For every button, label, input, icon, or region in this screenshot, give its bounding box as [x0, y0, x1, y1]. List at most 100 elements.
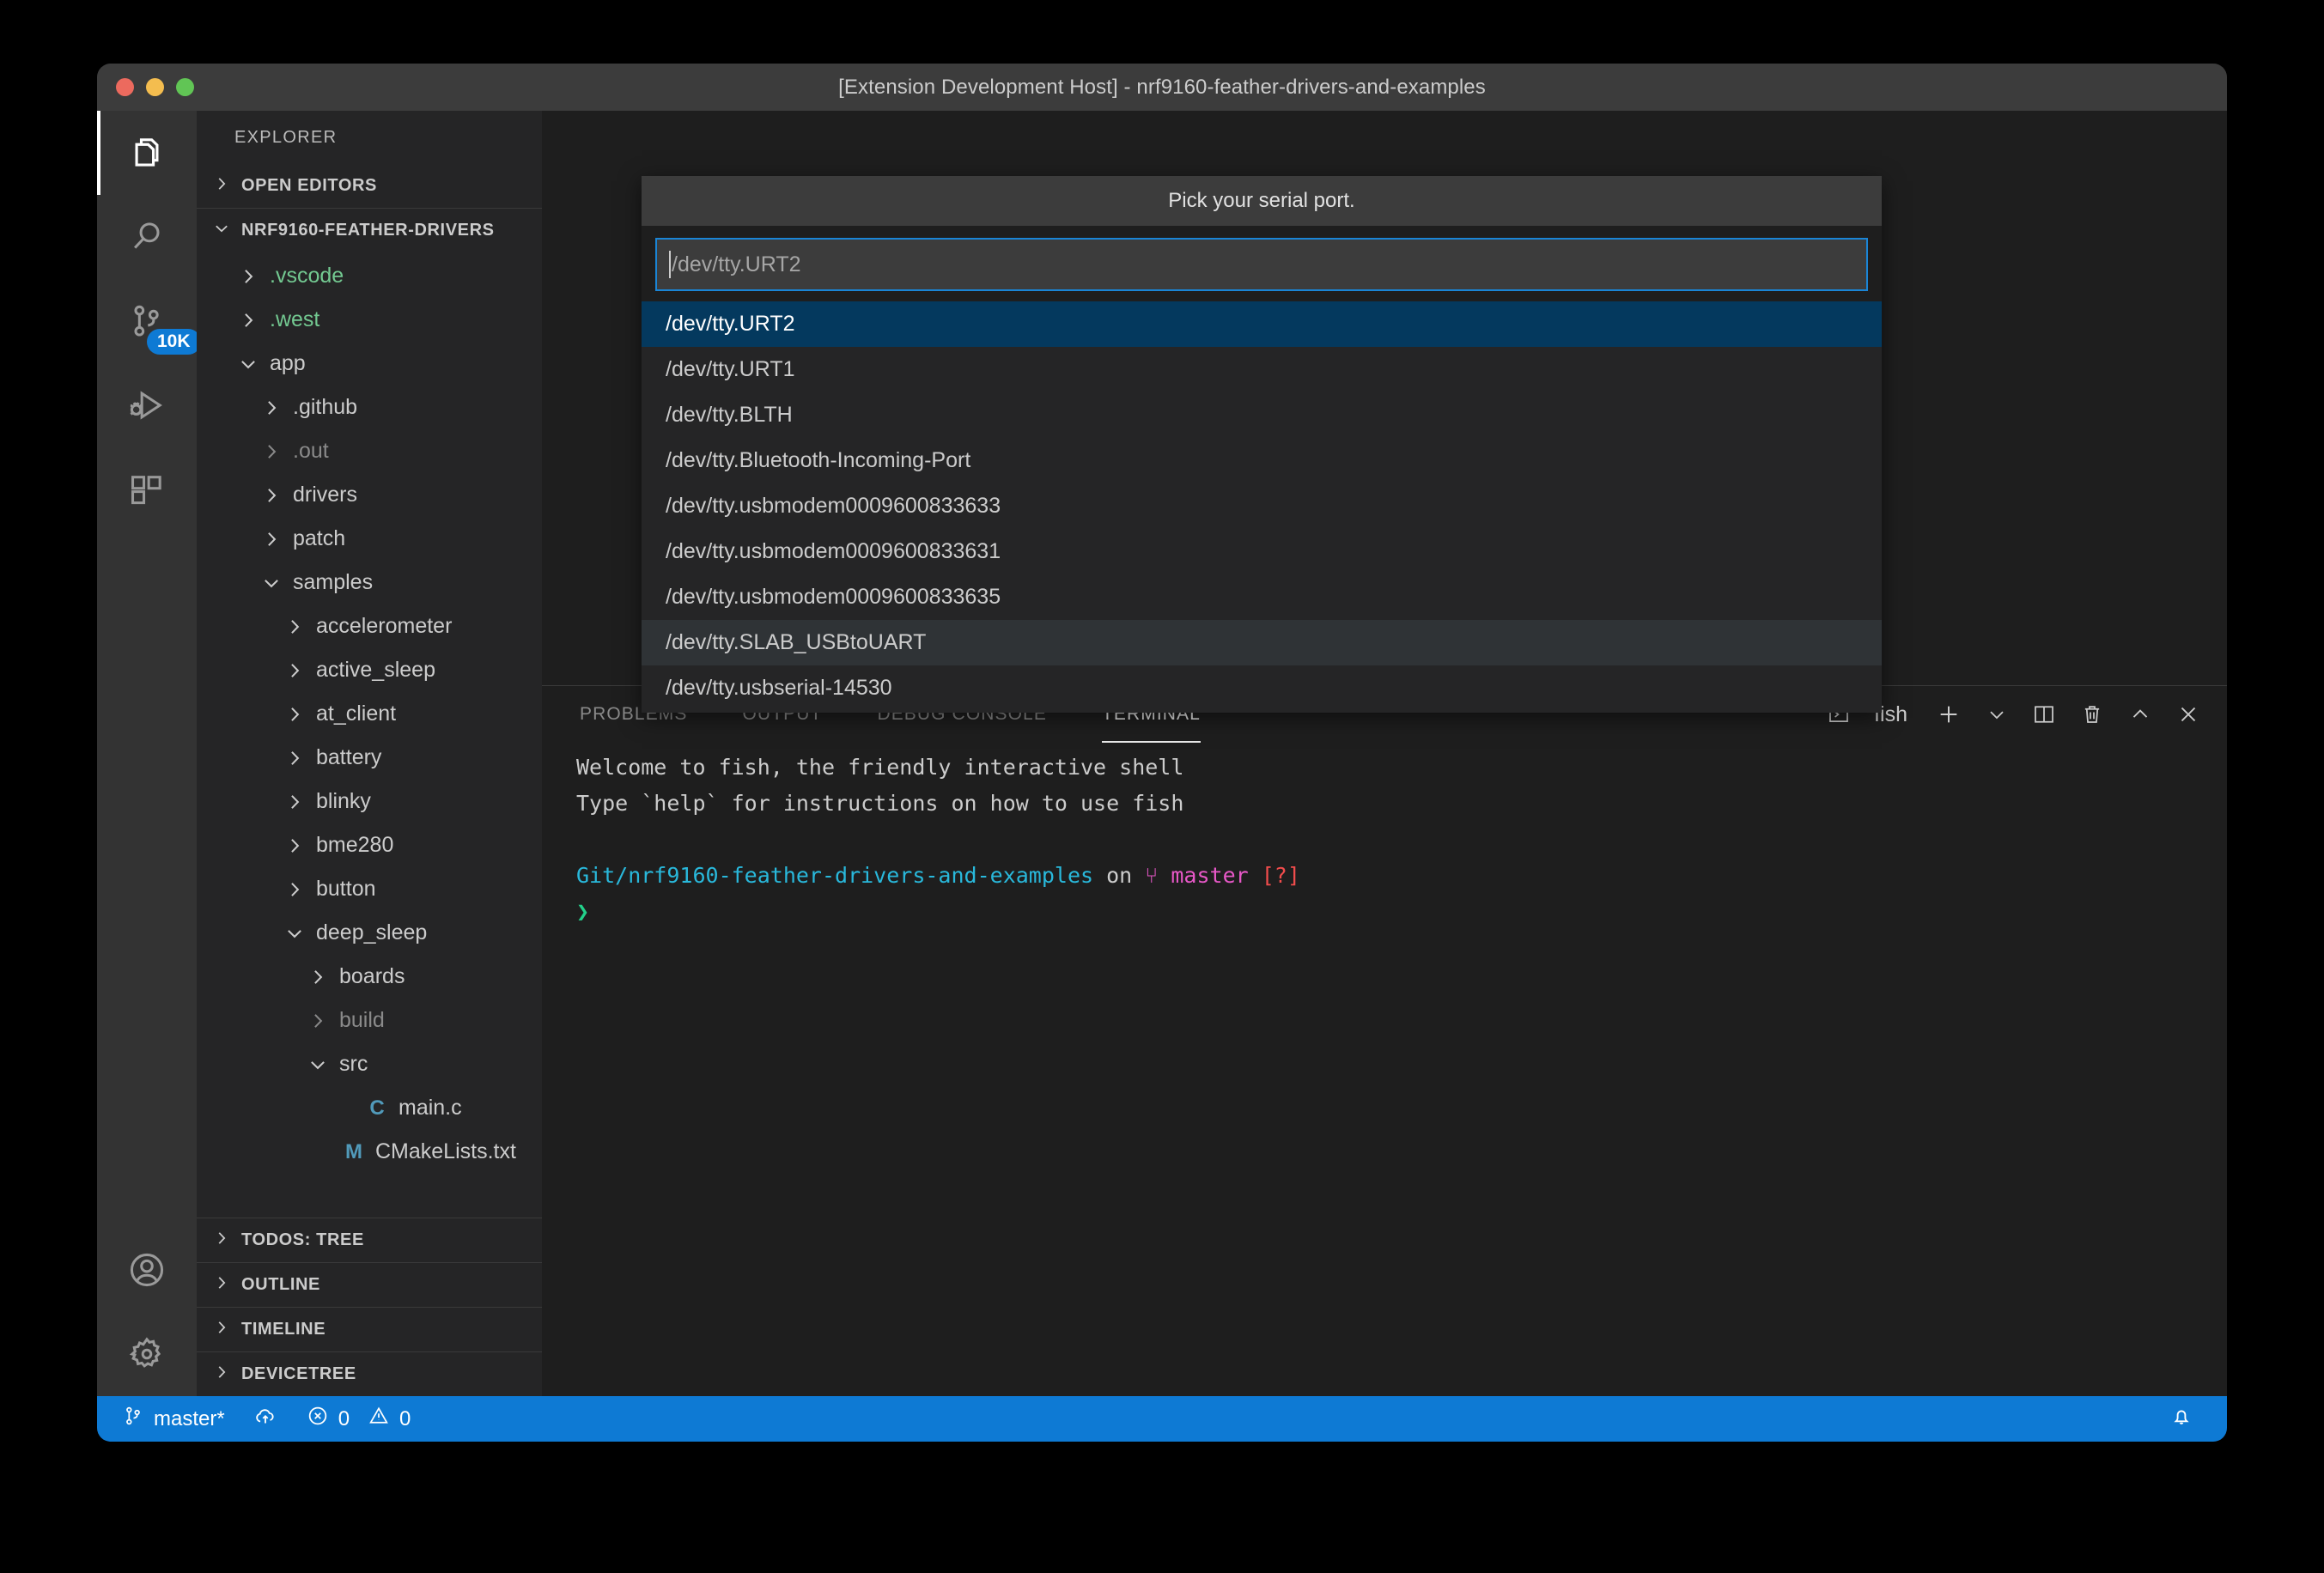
tree-item[interactable]: button: [197, 867, 542, 911]
terminal-output[interactable]: Welcome to fish, the friendly interactiv…: [576, 750, 2210, 1388]
section-label: TIMELINE: [241, 1320, 326, 1339]
status-error-count: 0: [338, 1406, 350, 1430]
section-label: DEVICETREE: [241, 1364, 356, 1383]
quick-pick-item-label: /dev/tty.usbserial-14530: [666, 676, 892, 700]
tree-item[interactable]: active_sleep: [197, 648, 542, 692]
tree-item-label: patch: [293, 526, 346, 550]
tree-item-label: build: [339, 1008, 385, 1032]
quick-pick-item-label: /dev/tty.usbmodem0009600833633: [666, 494, 1001, 518]
split-editor-icon[interactable]: [2031, 701, 2057, 727]
section-outline[interactable]: OUTLINE: [197, 1262, 542, 1307]
tree-item[interactable]: blinky: [197, 780, 542, 823]
chevron-down-icon[interactable]: [1985, 702, 2009, 726]
tree-item[interactable]: .vscode: [197, 254, 542, 298]
chevron-right-icon: [282, 659, 307, 682]
tree-item[interactable]: drivers: [197, 473, 542, 517]
extensions-icon: [125, 467, 169, 512]
quick-pick-item[interactable]: /dev/tty.SLAB_USBtoUART: [642, 620, 1882, 665]
trash-icon[interactable]: [2079, 701, 2105, 727]
status-branch[interactable]: master*: [107, 1396, 239, 1442]
section-open-editors[interactable]: OPEN EDITORS: [197, 164, 542, 208]
error-icon: [306, 1404, 330, 1434]
tree-item[interactable]: battery: [197, 736, 542, 780]
close-icon[interactable]: [2175, 701, 2201, 727]
tree-item[interactable]: src: [197, 1042, 542, 1086]
tree-item[interactable]: bme280: [197, 823, 542, 867]
section-timeline[interactable]: TIMELINE: [197, 1307, 542, 1351]
chevron-right-icon: [282, 747, 307, 769]
quick-pick-item[interactable]: /dev/tty.usbmodem0009600833635: [642, 574, 1882, 620]
tree-item[interactable]: boards: [197, 955, 542, 999]
quick-pick-item[interactable]: /dev/tty.BLTH: [642, 392, 1882, 438]
tree-item[interactable]: app: [197, 342, 542, 386]
quick-pick-item[interactable]: /dev/tty.URT1: [642, 347, 1882, 392]
plus-icon[interactable]: [1935, 701, 1962, 728]
activity-item-run-and-debug[interactable]: [97, 363, 197, 447]
status-problems[interactable]: 0 0: [292, 1396, 425, 1442]
title-bar: [Extension Development Host] - nrf9160-f…: [97, 64, 2227, 111]
tree-item[interactable]: at_client: [197, 692, 542, 736]
chevron-right-icon: [235, 265, 261, 288]
section-workspace-root[interactable]: NRF9160-FEATHER-DRIVERS: [197, 208, 542, 252]
status-notifications[interactable]: [2155, 1396, 2208, 1442]
activity-item-explorer[interactable]: [97, 111, 197, 195]
window-title: [Extension Development Host] - nrf9160-f…: [838, 75, 1486, 99]
zoom-window-button[interactable]: [176, 78, 194, 96]
terminal-line-1: Welcome to fish, the friendly interactiv…: [576, 755, 1184, 780]
chevron-down-icon: [282, 922, 307, 944]
quick-pick-item[interactable]: /dev/tty.usbmodem0009600833633: [642, 483, 1882, 529]
bell-icon: [2169, 1403, 2194, 1435]
chevron-down-icon: [212, 219, 231, 243]
activity-item-source-control[interactable]: 10K: [97, 279, 201, 363]
quick-pick-input[interactable]: /dev/tty.URT2: [655, 238, 1868, 291]
cmake-file-icon: M: [345, 1139, 362, 1163]
close-window-button[interactable]: [116, 78, 134, 96]
section-devicetree[interactable]: DEVICETREE: [197, 1351, 542, 1396]
tree-item[interactable]: build: [197, 999, 542, 1042]
terminal-prompt-char: ❯: [576, 899, 590, 924]
activity-bar: 10K: [97, 111, 201, 1396]
traffic-lights: [116, 78, 194, 96]
tree-item[interactable]: .github: [197, 386, 542, 429]
tree-item-label: accelerometer: [316, 614, 453, 638]
chevron-down-icon: [305, 1054, 331, 1076]
tree-item-label: battery: [316, 745, 382, 769]
quick-pick-item[interactable]: /dev/tty.Bluetooth-Incoming-Port: [642, 438, 1882, 483]
tree-item[interactable]: deep_sleep: [197, 911, 542, 955]
tree-item[interactable]: samples: [197, 561, 542, 604]
quick-pick-item[interactable]: /dev/tty.usbmodem0009600833631: [642, 529, 1882, 574]
chevron-right-icon: [305, 966, 331, 988]
chevron-right-icon: [259, 528, 284, 550]
quick-pick-item[interactable]: /dev/tty.usbserial-14530: [642, 665, 1882, 711]
tree-item[interactable]: .out: [197, 429, 542, 473]
minimize-window-button[interactable]: [146, 78, 164, 96]
explorer-sidebar: EXPLORER OPEN EDITORS NRF9160-FEATHER-DR…: [197, 111, 542, 1396]
status-bar-right: [2155, 1396, 2208, 1442]
activity-item-manage[interactable]: [97, 1312, 197, 1396]
activity-item-accounts[interactable]: [97, 1228, 197, 1312]
tree-item[interactable]: patch: [197, 517, 542, 561]
tree-item[interactable]: M CMakeLists.txt: [197, 1130, 542, 1174]
quick-pick-item-label: /dev/tty.URT1: [666, 357, 795, 381]
tree-item-label: src: [339, 1052, 368, 1076]
chevron-right-icon: [212, 1318, 231, 1342]
status-sync[interactable]: [239, 1396, 292, 1442]
status-branch-label: master*: [154, 1406, 225, 1430]
text-caret: [669, 251, 671, 278]
activity-item-extensions[interactable]: [97, 447, 197, 531]
source-control-badge: 10K: [147, 329, 201, 355]
tree-item-label: deep_sleep: [316, 920, 428, 944]
tree-item[interactable]: Cmain.c: [197, 1086, 542, 1130]
tree-item[interactable]: accelerometer: [197, 604, 542, 648]
section-todos-tree[interactable]: TODOS: TREE: [197, 1218, 542, 1262]
tree-item-label: CMakeLists.txt: [375, 1139, 516, 1163]
tree-item-label: .vscode: [270, 264, 344, 288]
quick-pick-item-label: /dev/tty.URT2: [666, 312, 795, 336]
activity-item-search[interactable]: [97, 195, 197, 279]
tree-item-label: .west: [270, 307, 320, 331]
tree-item[interactable]: .west: [197, 298, 542, 342]
terminal-prompt-on: on: [1106, 863, 1133, 888]
tree-item-label: blinky: [316, 789, 371, 813]
chevron-up-icon[interactable]: [2127, 701, 2153, 727]
quick-pick-item[interactable]: /dev/tty.URT2: [642, 301, 1882, 347]
